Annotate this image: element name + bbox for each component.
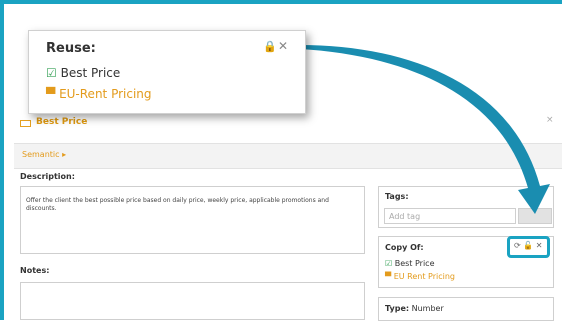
lock-icon[interactable]: 🔒 [263,40,277,53]
popup-item-eu-rent[interactable]: ▀ EU-Rent Pricing [46,87,152,101]
popup-title: Reuse: [46,41,96,56]
popup-item-best-price[interactable]: ☑ Best Price [46,66,120,80]
popup-item-label: EU-Rent Pricing [59,87,152,101]
close-icon[interactable]: ✕ [536,241,543,250]
rule-icon: ▀ [46,87,56,101]
arrow-shape [300,45,550,214]
popup-close-icon[interactable]: ✕ [278,39,288,53]
refresh-icon[interactable]: ⟳ [514,241,521,250]
popup-item-label: Best Price [60,66,121,80]
copy-actions: ⟳ 🔓 ✕ [514,241,542,250]
unlock-icon[interactable]: 🔓 [523,241,533,250]
check-icon: ☑ [46,66,57,80]
